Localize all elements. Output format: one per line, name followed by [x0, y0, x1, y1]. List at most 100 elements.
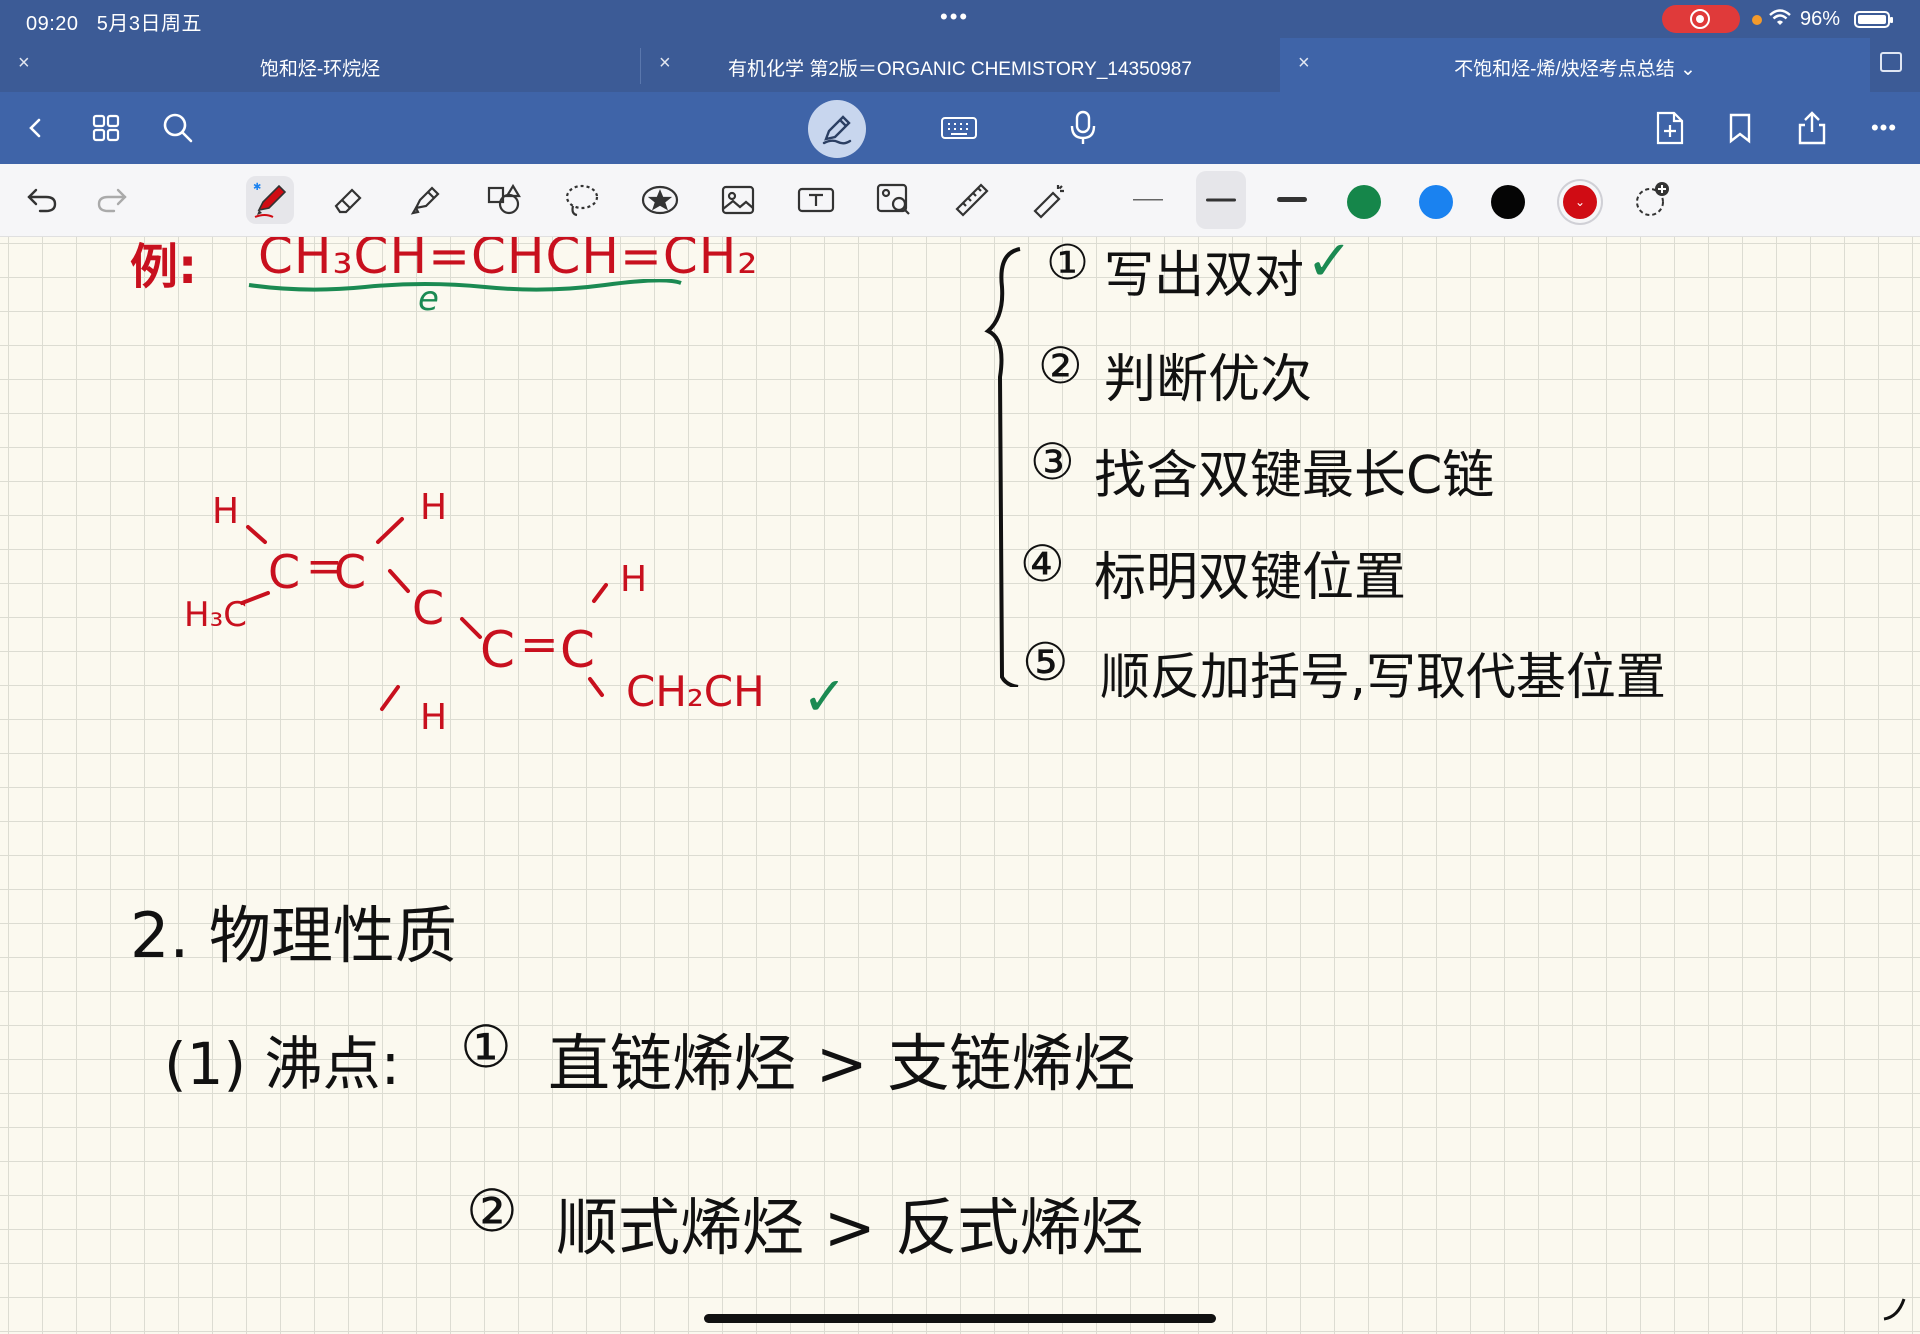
- step-4-num: ④: [1020, 535, 1065, 593]
- highlighter-icon: [410, 186, 440, 215]
- wifi-icon: [1769, 9, 1791, 25]
- text-box-icon: [797, 187, 835, 213]
- step-5-text: 顺反加括号,写取代基位置: [1100, 648, 1666, 706]
- text-tool[interactable]: [792, 176, 840, 224]
- black-color-swatch[interactable]: [1491, 185, 1525, 219]
- step-3-num: ③: [1030, 433, 1075, 491]
- image-icon: [721, 185, 755, 215]
- tool-palette: ✱ ⌄: [0, 164, 1920, 237]
- bond-lines: [240, 517, 608, 711]
- status-bar: 09:20 5月3日周五 ••• 96%: [0, 0, 1920, 38]
- stroke-medium-option[interactable]: [1196, 171, 1246, 229]
- redo-icon: [97, 188, 127, 213]
- eraser-icon: [334, 188, 362, 214]
- shape-tool[interactable]: [480, 176, 528, 224]
- highlighter-tool[interactable]: [402, 176, 450, 224]
- example-formula: CH₃CH=CHCH=CH₂: [258, 237, 759, 285]
- laser-pointer-icon: [1033, 185, 1064, 219]
- svg-text:✱: ✱: [253, 182, 261, 193]
- bookmark-button[interactable]: [1718, 106, 1762, 150]
- undo-icon: [27, 188, 57, 213]
- add-color-icon: [1636, 182, 1669, 216]
- eraser-tool[interactable]: [324, 176, 372, 224]
- status-time-date: 09:20 5月3日周五: [26, 7, 202, 36]
- tab-saturated-hydrocarbons[interactable]: × 饱和烃-环烷烃: [0, 38, 640, 92]
- battery-icon: [1854, 11, 1893, 28]
- stroke-thin-option[interactable]: [1124, 176, 1172, 224]
- bp-rule-1: 直链烯烃 > 支链烯烃: [548, 1027, 1136, 1100]
- pen-mode-button[interactable]: [808, 100, 866, 158]
- step-4-text: 标明双键位置: [1094, 548, 1407, 608]
- pen-icon: [822, 115, 852, 145]
- step-2-num: ②: [1038, 337, 1083, 395]
- back-button[interactable]: [14, 106, 58, 150]
- bp-rule-2: 顺式烯烃 > 反式烯烃: [556, 1191, 1144, 1264]
- red-color-swatch-selected[interactable]: ⌄: [1563, 185, 1597, 219]
- medium-line-icon: [1206, 198, 1236, 202]
- circled-e-mark: e: [418, 279, 439, 319]
- status-date: 5月3日周五: [96, 13, 202, 35]
- red-pen-icon: ✱: [253, 182, 287, 218]
- lasso-icon: [565, 184, 599, 217]
- image-search-icon: [876, 183, 910, 215]
- lasso-tool[interactable]: [558, 176, 606, 224]
- keyboard-mode-button[interactable]: [937, 106, 981, 150]
- more-button[interactable]: •••: [1862, 106, 1906, 150]
- add-page-icon: [1656, 111, 1684, 145]
- note-page-canvas[interactable]: 例: CH₃CH=CHCH=CH₂ e H H H₃C C = C C C = …: [0, 237, 1920, 1334]
- home-indicator[interactable]: [704, 1314, 1216, 1323]
- camera-scan-tool[interactable]: [870, 176, 918, 224]
- search-icon: [163, 113, 193, 143]
- mic-in-use-dot-icon: [1752, 15, 1762, 25]
- step-1-text: 写出双对: [1104, 246, 1304, 304]
- section-title-physical-properties: 2. 物理性质: [130, 899, 457, 972]
- image-tool[interactable]: [714, 176, 762, 224]
- step-2-text: 判断优次: [1104, 350, 1313, 410]
- elements-tool[interactable]: [636, 176, 684, 224]
- color-options-chevron-icon: ⌄: [1574, 195, 1586, 209]
- sticker-icon: [641, 185, 679, 215]
- page-corner-curl-icon[interactable]: [1880, 1293, 1912, 1323]
- laser-pointer-tool[interactable]: [1026, 176, 1074, 224]
- navigation-toolbar: •••: [0, 92, 1920, 164]
- pen-tool[interactable]: ✱: [246, 176, 294, 224]
- add-page-button[interactable]: [1648, 106, 1692, 150]
- ruler-tool[interactable]: [948, 176, 996, 224]
- more-icon: •••: [1870, 115, 1898, 140]
- share-button[interactable]: [1790, 106, 1834, 150]
- green-underline: [248, 279, 682, 292]
- step-1-num: ①: [1046, 237, 1090, 291]
- shapes-icon: [487, 183, 521, 215]
- tab-label: 有机化学 第2版＝ORGANIC CHEMISTORY_14350987: [728, 59, 1192, 80]
- green-color-swatch[interactable]: [1347, 185, 1381, 219]
- share-icon: [1798, 111, 1826, 145]
- thick-line-icon: [1277, 197, 1307, 202]
- keyboard-icon: [941, 117, 977, 139]
- tab-organic-chemistry-book[interactable]: × 有机化学 第2版＝ORGANIC CHEMISTORY_14350987: [641, 38, 1279, 92]
- add-color-button[interactable]: [1628, 176, 1676, 224]
- search-button[interactable]: [156, 106, 200, 150]
- split-view-icon[interactable]: [1880, 52, 1902, 72]
- redo-button[interactable]: [88, 176, 136, 224]
- ruler-icon: [955, 183, 989, 217]
- battery-percent: 96%: [1800, 8, 1841, 30]
- bookmark-icon: [1729, 113, 1751, 144]
- blue-color-swatch[interactable]: [1419, 185, 1453, 219]
- voice-record-button[interactable]: [1061, 106, 1105, 150]
- step-5-num: ⑤: [1022, 633, 1069, 693]
- screen-recording-indicator[interactable]: [1662, 5, 1740, 33]
- undo-button[interactable]: [18, 176, 66, 224]
- step-3-text: 找含双键最长C链: [1094, 446, 1495, 506]
- tab-label: 饱和烃-环烷烃: [259, 59, 381, 80]
- boiling-point-label: (1) 沸点:: [164, 1030, 401, 1098]
- example-label: 例:: [130, 239, 198, 295]
- stroke-thick-option[interactable]: [1268, 176, 1316, 224]
- tab-label: 不饱和烃-烯/炔烃考点总结 ⌄: [1454, 59, 1696, 80]
- multitasking-dots-icon[interactable]: •••: [940, 4, 969, 30]
- thumbnails-button[interactable]: [84, 106, 128, 150]
- thin-line-icon: [1133, 199, 1163, 201]
- step-1-checkmark: ✓: [1306, 237, 1353, 294]
- back-chevron-icon: [29, 118, 41, 138]
- tab-unsaturated-hydrocarbons[interactable]: × 不饱和烃-烯/炔烃考点总结 ⌄: [1280, 38, 1870, 92]
- document-tab-bar: × 饱和烃-环烷烃 × 有机化学 第2版＝ORGANIC CHEMISTORY_…: [0, 38, 1920, 92]
